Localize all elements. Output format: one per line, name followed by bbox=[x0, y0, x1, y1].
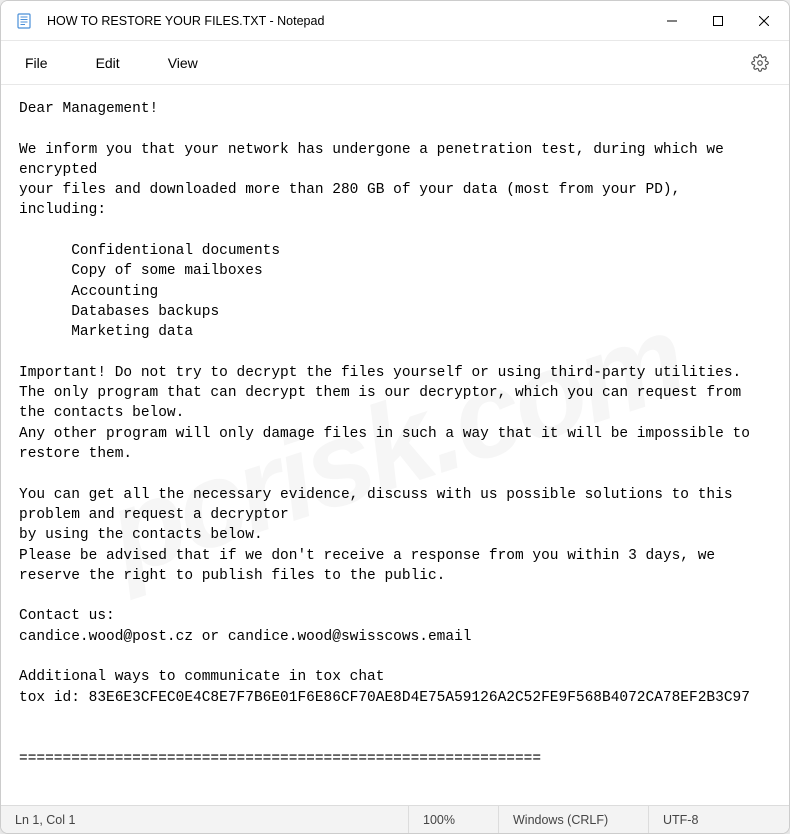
menu-file[interactable]: File bbox=[15, 49, 58, 77]
menu-edit[interactable]: Edit bbox=[86, 49, 130, 77]
notepad-icon bbox=[15, 12, 33, 30]
menu-bar: File Edit View bbox=[1, 41, 789, 85]
settings-button[interactable] bbox=[749, 52, 771, 74]
notepad-window: HOW TO RESTORE YOUR FILES.TXT - Notepad … bbox=[0, 0, 790, 834]
status-line-ending: Windows (CRLF) bbox=[499, 806, 649, 833]
text-editor-area[interactable]: Dear Management! We inform you that your… bbox=[1, 85, 789, 805]
close-button[interactable] bbox=[741, 1, 787, 40]
menu-view[interactable]: View bbox=[158, 49, 208, 77]
window-controls bbox=[649, 1, 787, 40]
maximize-button[interactable] bbox=[695, 1, 741, 40]
document-text: Dear Management! We inform you that your… bbox=[19, 101, 759, 805]
window-title: HOW TO RESTORE YOUR FILES.TXT - Notepad bbox=[47, 14, 649, 28]
minimize-button[interactable] bbox=[649, 1, 695, 40]
status-encoding: UTF-8 bbox=[649, 806, 789, 833]
status-cursor-position: Ln 1, Col 1 bbox=[1, 806, 409, 833]
title-bar: HOW TO RESTORE YOUR FILES.TXT - Notepad bbox=[1, 1, 789, 41]
status-zoom[interactable]: 100% bbox=[409, 806, 499, 833]
status-bar: Ln 1, Col 1 100% Windows (CRLF) UTF-8 bbox=[1, 805, 789, 833]
